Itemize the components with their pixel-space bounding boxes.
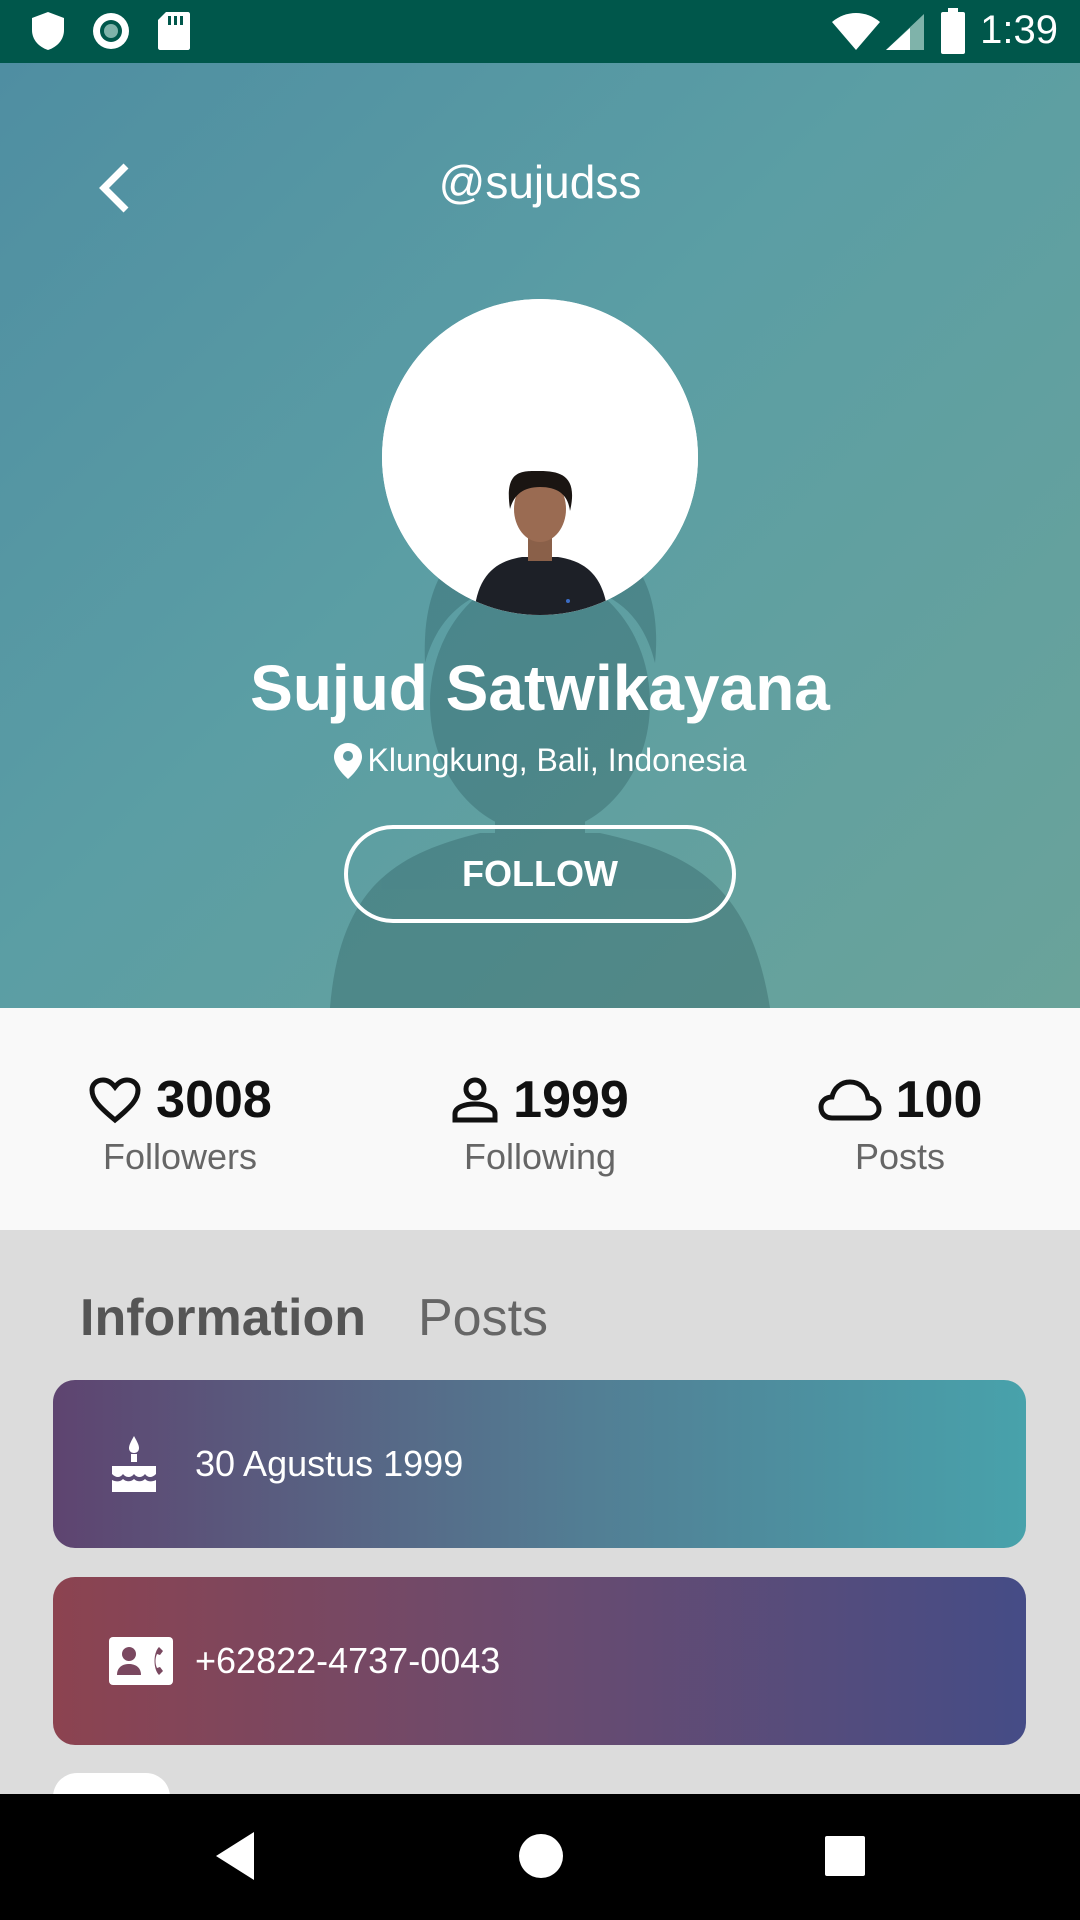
clock: 1:39 [980, 8, 1058, 52]
followers-count: 3008 [156, 1071, 272, 1129]
following-count: 1999 [513, 1071, 629, 1129]
location-row: Klungkung, Bali, Indonesia [0, 740, 1080, 779]
stat-followers[interactable]: 3008 Followers [0, 1068, 360, 1178]
stat-posts[interactable]: 100 Posts [720, 1068, 1080, 1178]
tab-posts[interactable]: Posts [418, 1288, 548, 1348]
followers-label: Followers [102, 1136, 258, 1177]
birthday-card[interactable]: 30 Agustus 1999 [53, 1380, 1026, 1548]
birthday-text: 30 Agustus 1999 [195, 1443, 464, 1484]
signal-icon [886, 14, 924, 50]
shield-icon [32, 12, 64, 50]
follow-button[interactable]: FOLLOW [344, 825, 736, 923]
avatar[interactable] [382, 299, 698, 615]
status-bar: 1:39 [0, 0, 1080, 63]
person-icon [452, 1077, 498, 1123]
back-triangle-icon[interactable] [212, 1828, 262, 1884]
cloud-icon [818, 1079, 882, 1121]
home-circle-icon[interactable] [516, 1828, 566, 1884]
phone-text: +62822-4737-0043 [195, 1640, 501, 1681]
profile-tabs: Information Posts [80, 1288, 600, 1348]
system-nav-bar [0, 1794, 1080, 1920]
following-label: Following [463, 1136, 617, 1177]
location-text: Klungkung, Bali, Indonesia [367, 742, 747, 779]
profile-header: @sujudss Sujud Satwikayana Klungkung, Ba… [0, 63, 1080, 1008]
location-pin-icon [333, 742, 362, 779]
sd-card-icon [158, 12, 190, 50]
avatar-photo [382, 299, 698, 615]
stats-bar: 3008 Followers 1999 Following 100 Posts [0, 1008, 1080, 1230]
contact-phone-icon [109, 1637, 173, 1685]
heart-icon [89, 1077, 141, 1124]
posts-label: Posts [854, 1136, 946, 1177]
sync-icon [93, 13, 129, 49]
stat-following[interactable]: 1999 Following [360, 1068, 720, 1178]
posts-count: 100 [895, 1071, 983, 1129]
profile-name: Sujud Satwikayana [250, 652, 830, 724]
battery-icon [941, 8, 965, 54]
wifi-icon [832, 13, 880, 50]
cake-icon [112, 1436, 156, 1492]
tab-information[interactable]: Information [80, 1288, 366, 1348]
phone-card[interactable]: +62822-4737-0043 [53, 1577, 1026, 1745]
recents-square-icon[interactable] [820, 1828, 870, 1884]
header-username: @sujudss [438, 156, 642, 208]
